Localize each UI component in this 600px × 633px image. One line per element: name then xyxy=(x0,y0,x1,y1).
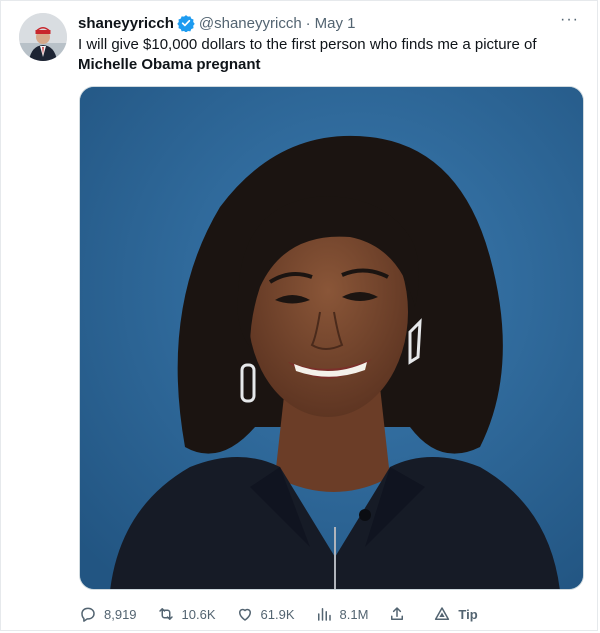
more-icon[interactable]: ··· xyxy=(560,11,579,29)
tweet-header: shaneyyricch @shaneyyricch · May 1 xyxy=(78,13,583,33)
retweet-count: 10.6K xyxy=(181,606,216,622)
views-button[interactable]: 8.1M xyxy=(315,605,369,623)
tweet-card: shaneyyricch @shaneyyricch · May 1 ··· I… xyxy=(0,0,598,631)
tweet-text-line-1: I will give $10,000 dollars to the first… xyxy=(78,36,537,53)
tip-label: Tip xyxy=(458,606,478,622)
reply-count: 8,919 xyxy=(104,606,137,622)
retweet-icon xyxy=(158,608,173,620)
tweet-text-line-2: Michelle Obama pregnant xyxy=(78,56,261,73)
handle[interactable]: @shaneyyricch xyxy=(199,15,302,32)
share-icon xyxy=(391,607,404,620)
reply-icon xyxy=(81,607,95,622)
portrait-photo xyxy=(80,87,583,589)
share-button[interactable] xyxy=(388,605,413,623)
display-name[interactable]: shaneyyricch xyxy=(78,15,174,32)
like-icon xyxy=(238,608,251,621)
tweet-photo[interactable] xyxy=(79,86,584,590)
retweet-button[interactable]: 10.6K xyxy=(157,605,216,623)
tweet-text: I will give $10,000 dollars to the first… xyxy=(78,35,578,75)
tweet-date[interactable]: May 1 xyxy=(315,15,356,32)
like-button[interactable]: 61.9K xyxy=(236,605,295,623)
tip-button[interactable]: Tip xyxy=(433,605,478,623)
separator-dot: · xyxy=(305,14,311,32)
like-count: 61.9K xyxy=(260,606,295,622)
verified-badge-icon xyxy=(177,14,195,33)
reply-button[interactable]: 8,919 xyxy=(79,605,137,623)
avatar[interactable] xyxy=(19,13,67,61)
views-count: 8.1M xyxy=(339,606,369,622)
views-icon xyxy=(317,608,331,621)
tip-icon xyxy=(435,607,450,620)
tweet-actions: 8,919 10.6K 61.9K 8.1M Tip xyxy=(79,603,509,625)
